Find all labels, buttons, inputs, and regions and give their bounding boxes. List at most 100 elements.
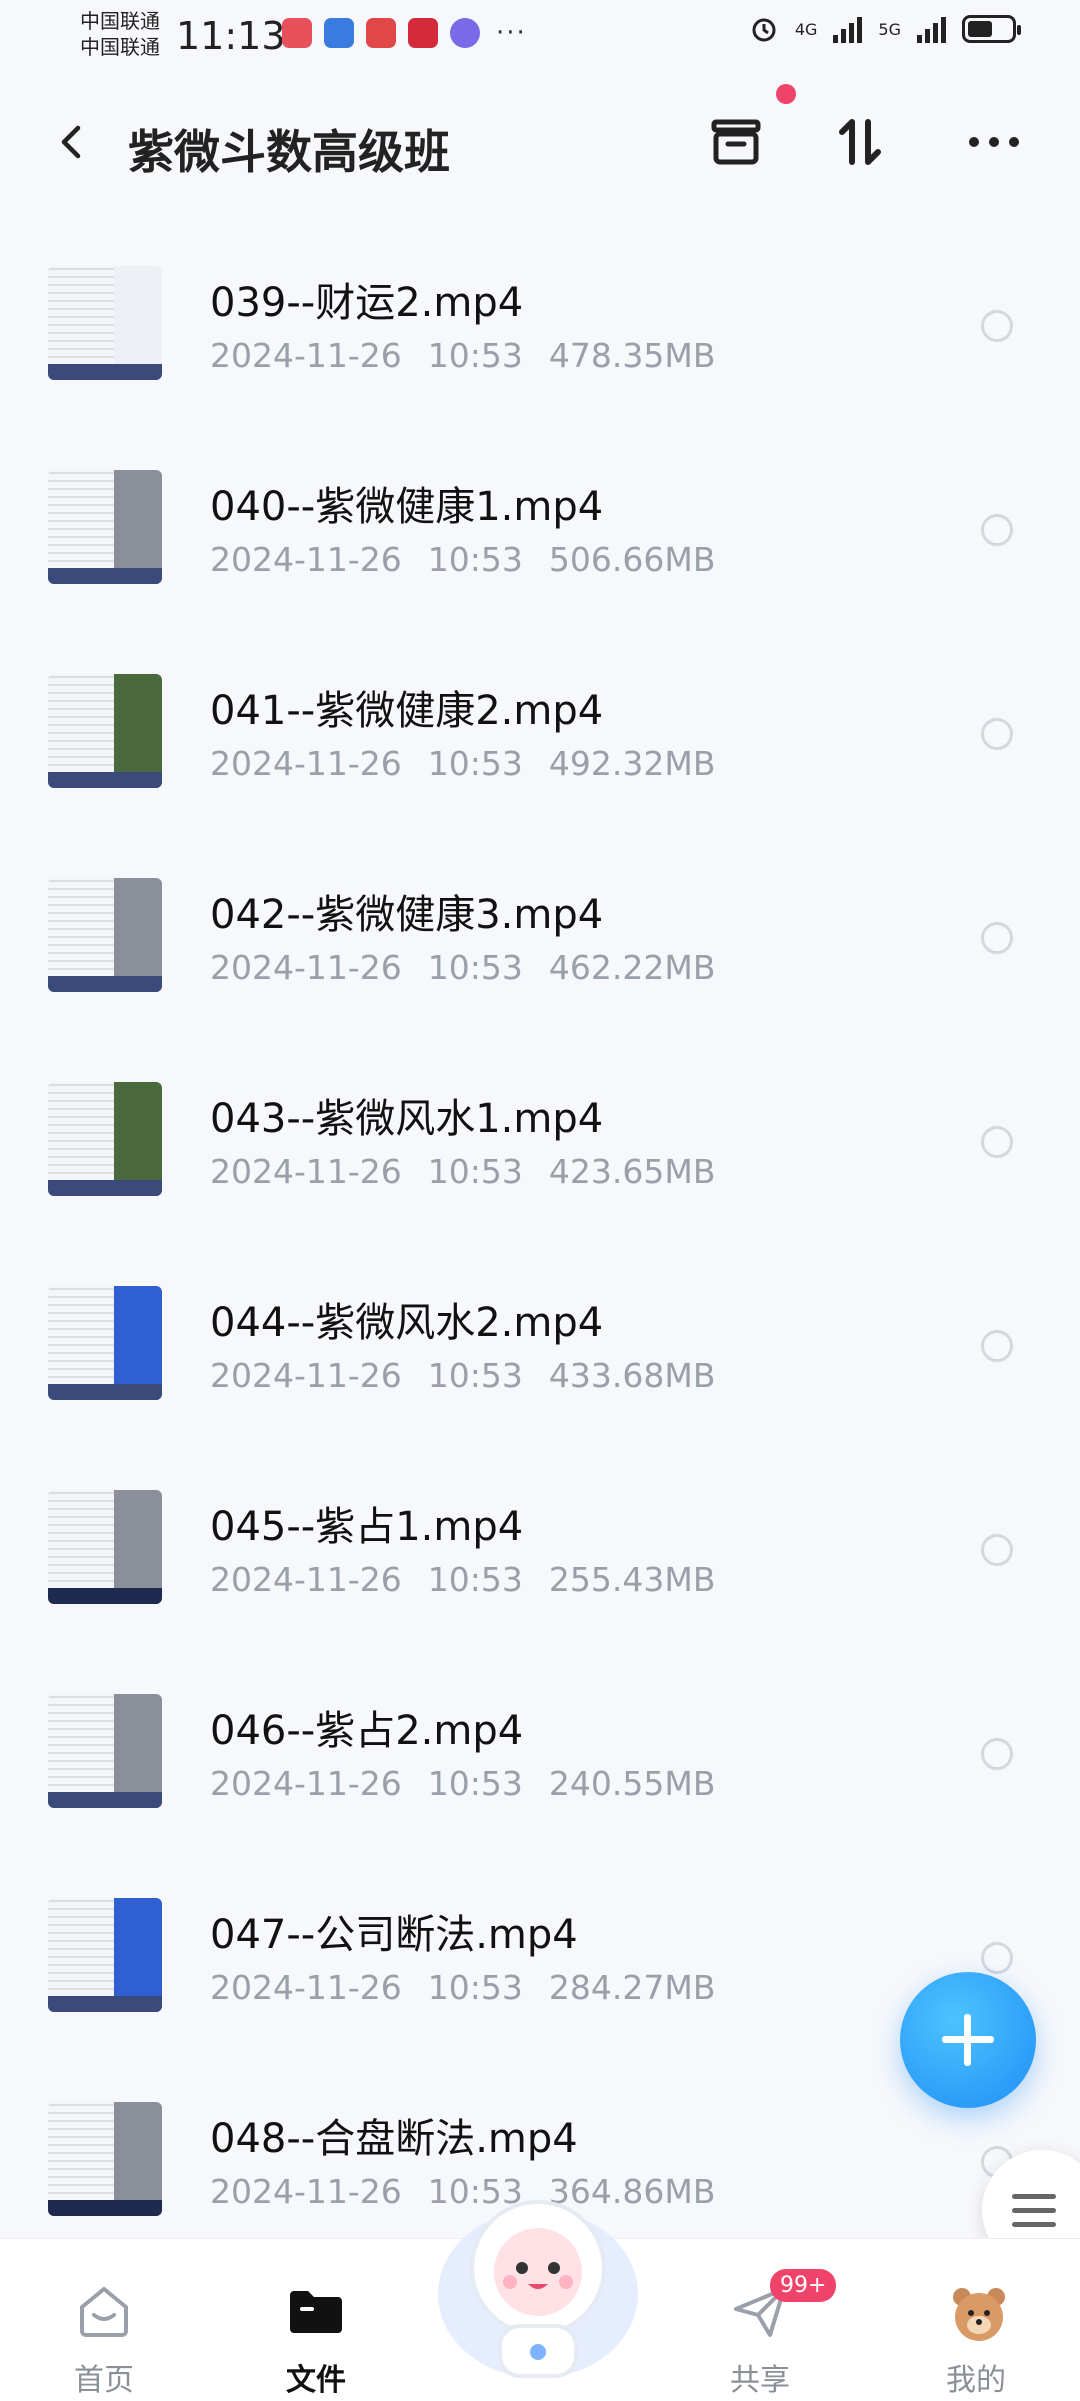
status-bar: 中国联通 中国联通 11:13 ··· 4G 5G — [0, 0, 1080, 70]
file-row[interactable]: 044--紫微风水2.mp4 2024-11-26 10:53 433.68MB — [0, 1266, 1080, 1470]
file-date: 2024-11-26 — [210, 2172, 402, 2211]
tab-share[interactable]: 99+ 共享 — [680, 2239, 840, 2401]
file-size: 492.32MB — [548, 744, 716, 783]
file-time: 10:53 — [427, 1968, 523, 2007]
file-name: 046--紫占2.mp4 — [210, 1708, 524, 1754]
file-size: 462.22MB — [548, 948, 716, 987]
select-radio[interactable] — [981, 310, 1013, 342]
file-name: 040--紫微健康1.mp4 — [210, 484, 604, 530]
sort-icon[interactable] — [828, 110, 892, 174]
signal-icon — [833, 15, 863, 43]
select-radio[interactable] — [981, 1534, 1013, 1566]
page-title: 紫微斗数高级班 — [128, 125, 450, 179]
network-5g-label: 5G — [878, 19, 901, 39]
file-time: 10:53 — [427, 336, 523, 375]
bear-avatar-icon — [953, 2288, 1005, 2341]
file-size: 506.66MB — [548, 540, 716, 579]
app-notification-icon — [324, 18, 354, 48]
file-date: 2024-11-26 — [210, 1764, 402, 1803]
app-notification-icon — [282, 18, 312, 48]
file-meta: 2024-11-26 10:53 433.68MB — [210, 1356, 741, 1395]
file-size: 478.35MB — [548, 336, 716, 375]
file-row[interactable]: 046--紫占2.mp4 2024-11-26 10:53 240.55MB — [0, 1674, 1080, 1878]
archive-icon[interactable] — [704, 110, 768, 174]
file-row[interactable]: 045--紫占1.mp4 2024-11-26 10:53 255.43MB — [0, 1470, 1080, 1674]
file-date: 2024-11-26 — [210, 744, 402, 783]
back-arrow-icon[interactable] — [50, 118, 98, 166]
battery-icon — [962, 15, 1021, 43]
file-date: 2024-11-26 — [210, 1356, 402, 1395]
file-meta: 2024-11-26 10:53 240.55MB — [210, 1764, 741, 1803]
file-name: 047--公司断法.mp4 — [210, 1912, 578, 1958]
file-date: 2024-11-26 — [210, 1152, 402, 1191]
video-thumbnail — [48, 1490, 162, 1604]
select-radio[interactable] — [981, 922, 1013, 954]
file-size: 240.55MB — [548, 1764, 716, 1803]
file-row[interactable]: 042--紫微健康3.mp4 2024-11-26 10:53 462.22MB — [0, 858, 1080, 1062]
carrier-labels: 中国联通 中国联通 — [80, 8, 160, 60]
file-row[interactable]: 039--财运2.mp4 2024-11-26 10:53 478.35MB — [0, 246, 1080, 450]
file-meta: 2024-11-26 10:53 284.27MB — [210, 1968, 741, 2007]
carrier-1: 中国联通 — [80, 9, 160, 33]
more-notifications-icon: ··· — [496, 18, 527, 48]
select-radio[interactable] — [981, 1738, 1013, 1770]
status-time: 11:13 — [176, 14, 286, 58]
tab-files[interactable]: 文件 — [236, 2239, 396, 2401]
file-time: 10:53 — [427, 540, 523, 579]
file-size: 284.27MB — [548, 1968, 716, 2007]
file-list: 039--财运2.mp4 2024-11-26 10:53 478.35MB 040… — [0, 246, 1080, 2286]
file-name: 041--紫微健康2.mp4 — [210, 688, 604, 734]
file-name: 044--紫微风水2.mp4 — [210, 1300, 604, 1346]
tab-me[interactable]: 我的 — [896, 2239, 1056, 2401]
tab-share-label: 共享 — [730, 2363, 790, 2398]
video-thumbnail — [48, 1694, 162, 1808]
file-name: 048--合盘断法.mp4 — [210, 2116, 578, 2162]
file-name: 045--紫占1.mp4 — [210, 1504, 524, 1550]
file-name: 042--紫微健康3.mp4 — [210, 892, 604, 938]
video-thumbnail — [48, 878, 162, 992]
file-date: 2024-11-26 — [210, 1968, 402, 2007]
file-time: 10:53 — [427, 948, 523, 987]
file-time: 10:53 — [427, 1764, 523, 1803]
file-name: 043--紫微风水1.mp4 — [210, 1096, 604, 1142]
file-meta: 2024-11-26 10:53 462.22MB — [210, 948, 741, 987]
file-size: 433.68MB — [548, 1356, 716, 1395]
file-size: 423.65MB — [548, 1152, 716, 1191]
video-thumbnail — [48, 2102, 162, 2216]
file-date: 2024-11-26 — [210, 336, 402, 375]
file-row[interactable]: 040--紫微健康1.mp4 2024-11-26 10:53 506.66MB — [0, 450, 1080, 654]
home-icon — [80, 2287, 128, 2337]
top-bar: 紫微斗数高级班 — [0, 90, 1080, 200]
video-thumbnail — [48, 1286, 162, 1400]
mascot-character[interactable] — [430, 2176, 646, 2386]
file-time: 10:53 — [427, 744, 523, 783]
file-time: 10:53 — [427, 1356, 523, 1395]
notification-dot — [776, 84, 796, 104]
file-meta: 2024-11-26 10:53 255.43MB — [210, 1560, 741, 1599]
tab-home[interactable]: 首页 — [24, 2239, 184, 2401]
network-4g-label: 4G — [794, 19, 818, 39]
video-thumbnail — [48, 470, 162, 584]
more-options-icon[interactable] — [962, 110, 1026, 174]
app-notification-icon — [408, 18, 438, 48]
file-row[interactable]: 043--紫微风水1.mp4 2024-11-26 10:53 423.65MB — [0, 1062, 1080, 1266]
file-time: 10:53 — [427, 1152, 523, 1191]
file-date: 2024-11-26 — [210, 948, 402, 987]
status-indicators: 4G 5G — [749, 14, 1021, 44]
signal-icon — [917, 15, 946, 43]
file-meta: 2024-11-26 10:53 506.66MB — [210, 540, 741, 579]
select-radio[interactable] — [981, 718, 1013, 750]
share-badge: 99+ — [770, 2269, 837, 2302]
carrier-2: 中国联通 — [80, 35, 160, 59]
file-meta: 2024-11-26 10:53 478.35MB — [210, 336, 741, 375]
select-radio[interactable] — [981, 1330, 1013, 1362]
file-date: 2024-11-26 — [210, 540, 402, 579]
video-thumbnail — [48, 1898, 162, 2012]
video-thumbnail — [48, 266, 162, 380]
select-radio[interactable] — [981, 514, 1013, 546]
select-radio[interactable] — [981, 1942, 1013, 1974]
file-row[interactable]: 041--紫微健康2.mp4 2024-11-26 10:53 492.32MB — [0, 654, 1080, 858]
add-button[interactable] — [900, 1972, 1036, 2108]
file-date: 2024-11-26 — [210, 1560, 402, 1599]
select-radio[interactable] — [981, 1126, 1013, 1158]
